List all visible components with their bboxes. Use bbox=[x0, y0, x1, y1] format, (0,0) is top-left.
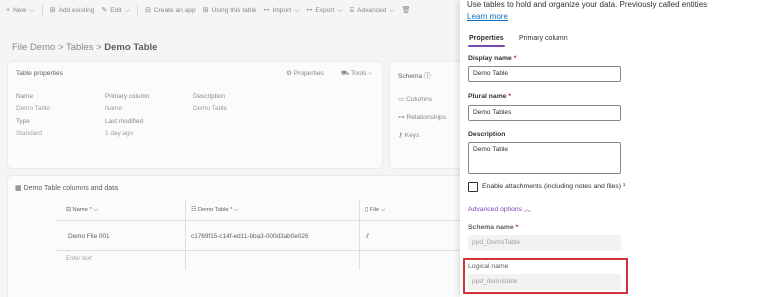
divider bbox=[359, 200, 360, 270]
divider bbox=[185, 200, 186, 270]
schema-keys-link[interactable]: ⚷ Keys bbox=[398, 131, 419, 139]
divider bbox=[56, 250, 460, 251]
name-value: Demo Table bbox=[16, 105, 50, 112]
schema-columns-link[interactable]: ▭ Columns bbox=[398, 95, 432, 103]
primary-column-label: Primary column bbox=[105, 93, 150, 100]
display-name-input[interactable]: Demo Table bbox=[468, 66, 621, 82]
type-value: Standard bbox=[16, 130, 42, 137]
grid-icon: ⊞ bbox=[202, 6, 209, 14]
new-button[interactable]: + New ⌵ bbox=[6, 7, 35, 14]
data-grid-title: ▦ Demo Table columns and data bbox=[15, 185, 118, 192]
attachment-icon[interactable]: ⫽ bbox=[366, 233, 369, 241]
delete-icon[interactable]: 🗑 bbox=[402, 7, 411, 14]
breadcrumb: File Demo > Tables > Demo Table bbox=[12, 42, 158, 53]
chevron-down-icon: ⌵ bbox=[389, 6, 395, 14]
advanced-icon: ⌸ bbox=[349, 6, 354, 14]
card-title: Table properties bbox=[16, 70, 63, 77]
divider bbox=[56, 220, 460, 221]
schema-name-input: ppd_DemoTable bbox=[468, 235, 621, 251]
chevron-down-icon: ⌵ bbox=[93, 207, 98, 213]
schema-card: Schema ⓘ ▭ Columns ⊶ Relationships ⚷ Key… bbox=[390, 62, 460, 168]
chevron-up-icon: ︿ bbox=[523, 206, 531, 213]
new-row-input[interactable]: Enter text bbox=[66, 256, 92, 262]
create-app-button[interactable]: ⊟ Create an app bbox=[145, 7, 196, 14]
display-name-label: Display name * bbox=[468, 55, 517, 62]
advanced-button[interactable]: ⌸ Advanced ⌵ bbox=[350, 7, 395, 14]
chevron-down-icon: ⌵ bbox=[337, 6, 343, 14]
add-existing-button[interactable]: ⊞ Add existing bbox=[50, 7, 95, 14]
plus-icon: + bbox=[6, 6, 11, 14]
edit-button[interactable]: ✎ Edit ⌵ bbox=[101, 7, 130, 14]
schema-name-label: Schema name * bbox=[468, 224, 519, 231]
export-icon: ↦ bbox=[306, 6, 313, 14]
description-value: Demo Table bbox=[193, 105, 227, 112]
breadcrumb-tables[interactable]: Tables bbox=[66, 42, 93, 53]
import-button[interactable]: ↦ Import ⌵ bbox=[264, 7, 300, 14]
description-label: Description bbox=[193, 93, 225, 100]
table-properties-card: Table properties ⚙ Properties ⛟ Tools ⌵ … bbox=[8, 62, 382, 168]
columns-icon: ▭ bbox=[398, 96, 407, 103]
primary-column-value: Name bbox=[105, 105, 123, 112]
chevron-down-icon: ⌵ bbox=[29, 6, 35, 14]
column-header-demo-table[interactable]: ☷ Demo Table * ⌵ bbox=[191, 207, 239, 214]
breadcrumb-file-demo[interactable]: File Demo bbox=[12, 42, 55, 53]
divider bbox=[41, 5, 43, 15]
name-label: Name bbox=[16, 93, 34, 100]
import-icon: ↦ bbox=[263, 6, 270, 14]
highlight-box bbox=[463, 258, 628, 294]
table-add-icon: ⊞ bbox=[49, 6, 56, 14]
data-grid-card: ▦ Demo Table columns and data ⊟ Name * ⌵… bbox=[8, 176, 460, 297]
command-bar: + New ⌵ ⊞ Add existing ✎ Edit ⌵ ⊟ Create an ap… bbox=[0, 0, 460, 20]
column-header-name[interactable]: ⊟ Name * ⌵ bbox=[66, 207, 98, 214]
gear-icon: ⚙ bbox=[286, 70, 294, 77]
panel-description: Use tables to hold and organize your dat… bbox=[467, 0, 708, 9]
info-icon: ⓘ bbox=[424, 73, 431, 80]
tab-primary-column[interactable]: Primary column bbox=[519, 35, 568, 42]
last-modified-value: 1 day ago bbox=[105, 130, 134, 137]
toolbox-icon: ⛟ bbox=[341, 70, 352, 77]
schema-relationships-link[interactable]: ⊶ Relationships bbox=[398, 113, 446, 121]
using-table-button[interactable]: ⊞ Using this table bbox=[203, 7, 257, 14]
breadcrumb-current: Demo Table bbox=[104, 42, 158, 53]
plural-name-input[interactable]: Demo Tables bbox=[468, 105, 621, 121]
tools-button[interactable]: ⛟ Tools ⌵ bbox=[341, 69, 372, 78]
table-properties-panel: Use tables to hold and organize your dat… bbox=[460, 0, 768, 297]
pencil-icon: ✎ bbox=[101, 6, 108, 14]
chevron-down-icon: ⌵ bbox=[124, 6, 130, 14]
plural-name-label: Plural name * bbox=[468, 93, 512, 100]
advanced-options-toggle[interactable]: Advanced options ︿ bbox=[468, 203, 531, 213]
id-column-icon: ☷ bbox=[191, 207, 198, 213]
key-icon: ⚷ bbox=[398, 132, 405, 139]
enable-attachments-label: Enable attachments (including notes and … bbox=[482, 183, 626, 190]
description-label: Description bbox=[468, 131, 506, 138]
properties-button[interactable]: ⚙ Properties bbox=[286, 69, 324, 77]
column-header-file[interactable]: ▯ File ⌵ bbox=[365, 207, 385, 214]
app-icon: ⊟ bbox=[144, 6, 151, 14]
tab-properties[interactable]: Properties bbox=[469, 35, 504, 42]
last-modified-label: Last modified bbox=[105, 118, 144, 125]
type-label: Type bbox=[16, 118, 30, 125]
export-button[interactable]: ↦ Export ⌵ bbox=[306, 7, 342, 14]
learn-more-link[interactable]: Learn more bbox=[467, 12, 508, 21]
description-textarea[interactable]: Demo Table bbox=[468, 142, 621, 174]
chevron-down-icon: ⌵ bbox=[234, 207, 239, 213]
table-cell[interactable]: c1769f15-c14f-ed11-bba3-000d3ab0e026 bbox=[191, 233, 309, 240]
table-icon: ▦ bbox=[15, 185, 24, 192]
divider bbox=[136, 5, 138, 15]
active-tab-indicator bbox=[468, 45, 505, 47]
chevron-down-icon: ⌵ bbox=[380, 207, 386, 213]
main-area: + New ⌵ ⊞ Add existing ✎ Edit ⌵ ⊟ Create an ap… bbox=[0, 0, 460, 297]
schema-title: Schema ⓘ bbox=[398, 73, 431, 80]
table-cell[interactable]: Demo File 001 bbox=[68, 233, 110, 240]
enable-attachments-checkbox[interactable] bbox=[468, 182, 478, 192]
chevron-down-icon: ⌵ bbox=[294, 6, 300, 14]
chevron-down-icon: ⌵ bbox=[368, 70, 373, 77]
